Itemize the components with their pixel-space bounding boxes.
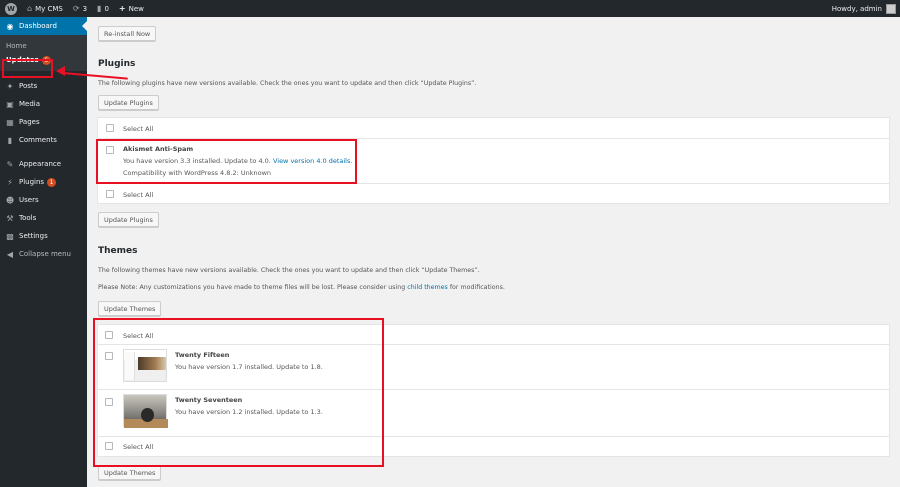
collapse-arrow-icon: ◀ (6, 249, 14, 259)
collapse-menu-button[interactable]: ◀ Collapse menu (0, 245, 87, 263)
pages-icon: ▦ (6, 117, 14, 127)
plugins-heading: Plugins (98, 59, 136, 69)
plugins-badge: 1 (47, 177, 57, 187)
avatar (886, 3, 896, 14)
sidebar-item-label: Appearance (19, 160, 62, 168)
site-name: My CMS (35, 4, 63, 13)
settings-icon: ▩ (6, 231, 14, 241)
updates-highlight-box (2, 59, 53, 78)
sidebar-item-label: Collapse menu (19, 250, 71, 258)
comments-count: 0 (104, 4, 109, 13)
wordpress-logo-icon: W (5, 2, 17, 15)
sidebar-item-label: Plugins (19, 178, 45, 186)
child-themes-link[interactable]: child themes (407, 284, 448, 291)
sidebar-item-label: Comments (19, 136, 57, 144)
sidebar-item-posts[interactable]: ✦ Posts (0, 77, 87, 95)
themes-note-suffix: for modifications. (447, 284, 505, 291)
pin-icon: ✦ (6, 81, 14, 91)
sidebar-item-users[interactable]: ☻ Users (0, 191, 87, 209)
updates-link[interactable]: ⟳ 3 (68, 0, 92, 17)
dashboard-icon: ◉ (6, 21, 14, 31)
plus-icon: + (118, 4, 126, 13)
admin-bar: W ⌂ My CMS ⟳ 3 ▮ 0 + New Howdy, admin (0, 0, 900, 17)
select-all-label: Select All (123, 125, 154, 133)
sidebar-item-label: Posts (19, 82, 38, 90)
sidebar-item-dashboard[interactable]: ◉ Dashboard (0, 17, 87, 35)
update-plugins-button-top[interactable]: Update Plugins (98, 95, 159, 110)
updates-count: 3 (82, 4, 88, 13)
themes-note: Please Note: Any customizations you have… (98, 284, 505, 291)
sidebar-item-label: Settings (19, 232, 48, 240)
table-row: Select All (98, 184, 889, 204)
sidebar-item-pages[interactable]: ▦ Pages (0, 113, 87, 131)
wp-logo-menu[interactable]: W (0, 0, 22, 17)
update-plugins-button-bottom[interactable]: Update Plugins (98, 212, 159, 227)
sidebar-item-label: Tools (19, 214, 37, 222)
sidebar-item-label: Users (19, 196, 39, 204)
select-all-label: Select All (123, 191, 154, 199)
admin-sidebar: ◉ Dashboard Home Updates 6 ✦ Posts ▣ Med… (0, 17, 87, 487)
sidebar-item-plugins[interactable]: ⚡ Plugins 1 (0, 173, 87, 191)
themes-description: The following themes have new versions a… (98, 267, 480, 274)
sidebar-item-home[interactable]: Home (0, 39, 87, 53)
sidebar-item-comments[interactable]: ▮ Comments (0, 131, 87, 149)
table-row: Select All (98, 118, 889, 139)
sidebar-item-settings[interactable]: ▩ Settings (0, 227, 87, 245)
my-account[interactable]: Howdy, admin (831, 3, 900, 14)
select-all-plugins-checkbox[interactable] (106, 124, 114, 132)
update-themes-button-top[interactable]: Update Themes (98, 301, 162, 316)
themes-heading: Themes (98, 246, 138, 256)
new-label: New (128, 4, 144, 13)
sidebar-item-label: Pages (19, 118, 40, 126)
update-themes-button-bottom[interactable]: Update Themes (98, 465, 162, 480)
plugins-description: The following plugins have new versions … (98, 80, 477, 87)
themes-note-text: Please Note: Any customizations you have… (98, 284, 408, 291)
reinstall-now-button[interactable]: Re-install Now (98, 26, 157, 41)
home-icon: ⌂ (27, 4, 33, 13)
wrench-icon: ⚒ (6, 213, 14, 223)
site-name-link[interactable]: ⌂ My CMS (22, 0, 68, 17)
paintbrush-icon: ✎ (6, 159, 14, 169)
sidebar-item-label: Media (19, 100, 41, 108)
media-icon: ▣ (6, 99, 14, 109)
sidebar-item-label: Dashboard (19, 22, 57, 30)
user-icon: ☻ (5, 195, 15, 205)
new-content-link[interactable]: + New (114, 0, 149, 17)
comments-link[interactable]: ▮ 0 (92, 0, 114, 17)
plug-icon: ⚡ (7, 177, 13, 187)
sidebar-item-tools[interactable]: ⚒ Tools (0, 209, 87, 227)
comment-icon: ▮ (7, 135, 13, 145)
themes-highlight-box (93, 318, 384, 467)
sidebar-item-media[interactable]: ▣ Media (0, 95, 87, 113)
plugin-highlight-box (96, 139, 357, 184)
select-all-plugins-checkbox-bottom[interactable] (106, 190, 114, 198)
sidebar-item-label: Home (6, 42, 27, 50)
annotation-arrow-head (56, 66, 65, 76)
refresh-icon: ⟳ (72, 4, 80, 13)
comment-icon: ▮ (97, 4, 102, 13)
howdy-text: Howdy, admin (831, 4, 882, 13)
sidebar-item-appearance[interactable]: ✎ Appearance (0, 155, 87, 173)
